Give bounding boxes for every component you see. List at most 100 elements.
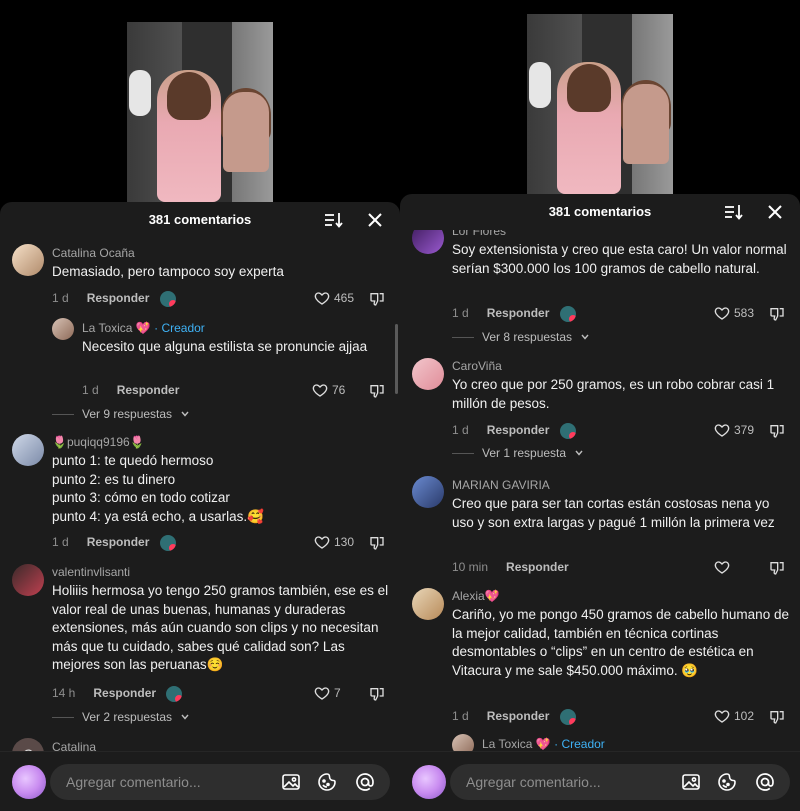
comment-username[interactable]: Catalina (52, 740, 96, 751)
comment-time: 1 d (52, 291, 69, 305)
heart-icon (314, 687, 330, 700)
mention-icon[interactable] (355, 772, 375, 792)
creator-liked-avatar (160, 291, 176, 307)
chevron-down-icon (181, 411, 189, 417)
comment-meta: 14 h Responder (52, 686, 156, 700)
comment-time: 10 min (452, 560, 489, 574)
sort-icon[interactable] (322, 209, 344, 231)
emoji-icon[interactable] (717, 772, 737, 792)
avatar[interactable] (412, 358, 444, 390)
reply-button[interactable]: Responder (487, 709, 550, 723)
image-icon[interactable] (681, 772, 701, 792)
reply-button[interactable]: Responder (506, 560, 569, 574)
reply-button[interactable]: Responder (117, 383, 180, 397)
dislike-icon[interactable] (769, 560, 785, 576)
comment-item: Catalina Ocaña Demasiado, pero tampoco s… (0, 244, 400, 314)
comment-time: 14 h (52, 686, 76, 700)
like-count: 465 (334, 291, 355, 305)
heart-icon (714, 710, 730, 723)
like-button[interactable]: 583 (714, 305, 754, 321)
dislike-icon[interactable] (769, 709, 785, 725)
view-replies-label: Ver 1 respuesta (482, 446, 567, 460)
comment-text: Cariño, yo me pongo 450 gramos de cabell… (452, 607, 789, 678)
view-replies-button[interactable]: Ver 2 respuestas (52, 710, 190, 724)
comments-sheet: 381 comentarios Lor Flores Soy extension… (400, 194, 800, 811)
comment-meta: 10 min Responder (452, 560, 569, 574)
mention-icon[interactable] (755, 772, 775, 792)
comment-username[interactable]: La Toxica 💖 · Creador (482, 737, 605, 751)
comment-text: Demasiado, pero tampoco soy experta (52, 264, 284, 279)
avatar[interactable] (412, 476, 444, 508)
avatar[interactable] (12, 564, 44, 596)
comment-username[interactable]: valentinvlisanti (52, 565, 130, 579)
like-button[interactable]: 7 (314, 685, 341, 701)
comment-username[interactable]: 🌷puqiqq9196🌷 (52, 435, 145, 449)
comment-item: C Catalina (0, 738, 400, 751)
heart-icon (314, 292, 330, 305)
comment-text: Creo que para ser tan cortas están costo… (452, 496, 775, 530)
like-count: 130 (334, 535, 355, 549)
avatar[interactable] (12, 244, 44, 276)
heart-icon (714, 561, 730, 574)
reply-button[interactable]: Responder (87, 535, 150, 549)
view-replies-label: Ver 9 respuestas (82, 407, 173, 421)
like-button[interactable] (714, 559, 734, 575)
comment-username[interactable]: MARIAN GAVIRIA (452, 478, 550, 492)
view-replies-button[interactable]: Ver 8 respuestas (452, 330, 590, 344)
dislike-icon[interactable] (369, 535, 385, 551)
left-screenshot: 381 comentarios Catalina Ocaña Demasiado… (0, 0, 400, 811)
comment-time: 1 d (452, 306, 469, 320)
comment-input[interactable] (50, 764, 390, 800)
close-icon[interactable] (364, 209, 386, 231)
video-thumbnail[interactable] (527, 14, 673, 194)
sort-icon[interactable] (722, 201, 744, 223)
emoji-icon[interactable] (317, 772, 337, 792)
comment-item: Alexia💖 Cariño, yo me pongo 450 gramos d… (400, 588, 800, 728)
like-button[interactable]: 465 (314, 290, 354, 306)
close-icon[interactable] (764, 201, 786, 223)
avatar[interactable] (12, 434, 44, 466)
video-thumbnail[interactable] (127, 22, 273, 202)
avatar[interactable] (52, 318, 74, 340)
reply-button[interactable]: Responder (87, 291, 150, 305)
comment-username[interactable]: La Toxica 💖 · Creador (82, 321, 205, 335)
comment-time: 1 d (52, 535, 69, 549)
like-button[interactable]: 76 (312, 382, 345, 398)
comment-time: 1 d (452, 709, 469, 723)
my-avatar[interactable] (412, 765, 446, 799)
comment-count-title: 381 comentarios (548, 204, 652, 219)
comment-username[interactable]: CaroViña (452, 359, 502, 373)
my-avatar[interactable] (12, 765, 46, 799)
like-button[interactable]: 130 (314, 534, 354, 550)
dislike-icon[interactable] (369, 686, 385, 702)
avatar[interactable]: C (12, 738, 44, 751)
reply-button[interactable]: Responder (487, 306, 550, 320)
comment-item: Lor Flores Soy extensionista y creo que … (400, 230, 800, 344)
dislike-icon[interactable] (769, 306, 785, 322)
avatar[interactable] (452, 734, 474, 751)
comment-username[interactable]: Lor Flores (452, 230, 506, 238)
comment-list[interactable]: Catalina Ocaña Demasiado, pero tampoco s… (0, 238, 400, 751)
dislike-icon[interactable] (369, 383, 385, 399)
comment-list[interactable]: Lor Flores Soy extensionista y creo que … (400, 230, 800, 751)
comment-username[interactable]: Alexia💖 (452, 589, 500, 603)
view-replies-button[interactable]: Ver 1 respuesta (452, 446, 584, 460)
like-button[interactable]: 102 (714, 708, 754, 724)
comment-meta: 1 d Responder (452, 306, 549, 320)
view-replies-button[interactable]: Ver 9 respuestas (52, 407, 190, 421)
avatar[interactable] (412, 230, 444, 254)
reply-button[interactable]: Responder (487, 423, 550, 437)
like-button[interactable]: 379 (714, 422, 754, 438)
comment-username[interactable]: Catalina Ocaña (52, 246, 135, 260)
chevron-down-icon (575, 450, 583, 456)
comment-item: 🌷puqiqq9196🌷 punto 1: te quedó hermoso p… (0, 434, 400, 558)
dislike-icon[interactable] (369, 291, 385, 307)
scrollbar[interactable] (395, 324, 398, 394)
image-icon[interactable] (281, 772, 301, 792)
like-count: 76 (332, 383, 346, 397)
avatar[interactable] (412, 588, 444, 620)
dislike-icon[interactable] (769, 423, 785, 439)
reply-button[interactable]: Responder (93, 686, 156, 700)
comment-input[interactable] (450, 764, 790, 800)
comment-meta: 1 d Responder (82, 383, 179, 397)
